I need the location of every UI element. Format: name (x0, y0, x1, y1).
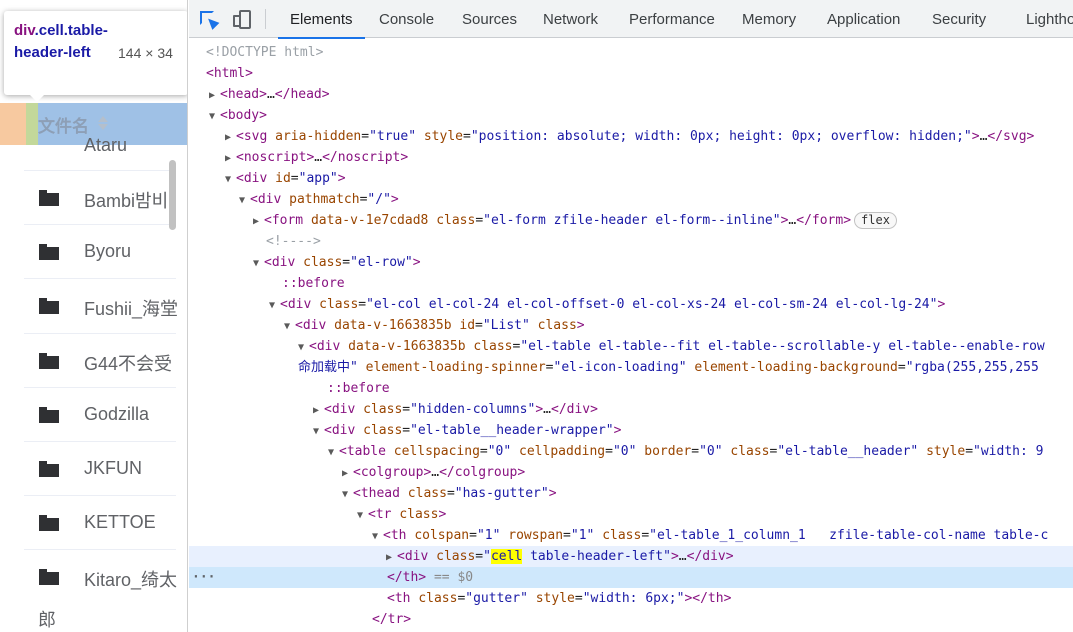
file-row[interactable]: Byoru (24, 225, 176, 280)
dom-node[interactable]: <!----> (189, 231, 1073, 252)
dom-node[interactable]: <!DOCTYPE html> (189, 42, 1073, 63)
file-name: Kitaro_绮太 (84, 570, 178, 591)
tooltip-arrow (30, 95, 44, 102)
dom-node[interactable]: ▼ <th colspan="1" rowspan="1" class="el-t… (189, 525, 1073, 546)
dom-node[interactable]: ▼ <div class="el-table__header-wrapper"> (189, 420, 1073, 441)
dom-node[interactable]: ▼ <body> (189, 105, 1073, 126)
inspect-overlay-margin (26, 103, 38, 145)
dom-node[interactable]: ▼ <thead class="has-gutter"> (189, 483, 1073, 504)
dom-node[interactable]: ▼ <div data-v-1663835b id="List" class> (189, 315, 1073, 336)
tab-performance[interactable]: Performance (629, 0, 715, 38)
file-row[interactable]: Godzilla (24, 388, 176, 442)
tab-sources[interactable]: Sources (462, 0, 517, 38)
file-row[interactable]: JKFUN (24, 442, 176, 497)
file-row[interactable]: Ataru (24, 135, 176, 171)
folder-icon (39, 298, 59, 315)
file-name: JKFUN (84, 457, 142, 478)
dom-node[interactable]: ▶ <form data-v-1e7cdad8 class="el-form zf… (189, 210, 1073, 231)
dom-node[interactable]: <th class="gutter" style="width: 6px;"><… (189, 588, 1073, 609)
elements-tree: <!DOCTYPE html> <html> ▶ <head>…</head> ▼… (189, 39, 1073, 632)
more-options-icon[interactable]: ··· (192, 567, 215, 588)
dom-node[interactable]: ▼ <div pathmatch="/"> (189, 189, 1073, 210)
dom-node[interactable]: ::before (189, 273, 1073, 294)
file-name: Bambi밤비 (84, 191, 169, 211)
tab-separator (265, 9, 266, 29)
file-name: G44不会受 (84, 353, 173, 374)
folder-icon (39, 190, 59, 206)
file-name-wrap: 郎 (38, 610, 56, 630)
folder-icon (39, 515, 59, 532)
dom-node[interactable]: ▶ <head>…</head> (189, 84, 1073, 105)
selected-node-marker: == $0 (433, 570, 474, 585)
dom-node[interactable]: <html> (189, 63, 1073, 84)
file-name: KETTOE (84, 512, 156, 533)
file-name: Ataru (84, 135, 128, 155)
dom-node[interactable]: ::before (189, 378, 1073, 399)
folder-icon (39, 460, 59, 477)
column-header-filename[interactable]: 文件名 (38, 112, 89, 137)
dom-node[interactable]: ▼ <div class="el-row"> (189, 252, 1073, 273)
dom-node[interactable]: ▼ <tr class> (189, 504, 1073, 525)
inspect-element-icon[interactable] (199, 9, 221, 31)
tab-network[interactable]: Network (543, 0, 598, 38)
dom-node[interactable]: ▼ <div id="app"> (189, 168, 1073, 189)
page-scrollbar[interactable] (169, 160, 176, 230)
tooltip-dimensions: 144 × 34 (118, 45, 173, 61)
file-row[interactable]: Kitaro_绮太 (24, 550, 178, 604)
tab-security[interactable]: Security (932, 0, 986, 38)
folder-icon (39, 244, 59, 261)
file-list: Ataru Bambi밤비 Byoru Fushii_海堂 G44不会受 God… (0, 135, 179, 605)
devtools-panel: Elements Console Sources Network Perform… (189, 0, 1073, 632)
tab-lighthouse[interactable]: Lighthouse (1026, 0, 1073, 38)
dom-node-selected[interactable]: ··· </th> == $0 (189, 567, 1073, 588)
dom-node[interactable]: ▼ <div data-v-1663835b class="el-table el… (189, 336, 1073, 357)
tab-elements[interactable]: Elements (278, 0, 364, 39)
file-row[interactable]: G44不会受 (24, 334, 176, 388)
dom-node[interactable]: ▶ <svg aria-hidden="true" style="position… (189, 126, 1073, 147)
file-name: Godzilla (84, 403, 150, 424)
tab-memory[interactable]: Memory (742, 0, 796, 38)
folder-icon (39, 406, 59, 423)
page-preview: 文件名 Ataru Bambi밤비 Byoru Fushii_海堂 G44不会受… (0, 0, 188, 632)
inspect-tooltip: div.cell.table-header-left 144 × 34 (4, 11, 187, 102)
dom-node-continuation[interactable]: 命加载中" element-loading-spinner="el-icon-l… (189, 357, 1073, 378)
dom-node[interactable]: ▶ <noscript>…</noscript> (189, 147, 1073, 168)
file-name: Fushii_海堂 (84, 299, 179, 320)
dom-node[interactable]: ▼ <div class="el-col el-col-24 el-col-off… (189, 294, 1073, 315)
folder-icon (39, 352, 59, 369)
tooltip-selector: div.cell.table-header-left (14, 22, 108, 61)
inspect-overlay-padding (0, 103, 26, 145)
file-row[interactable]: Bambi밤비 (24, 171, 176, 226)
dom-node[interactable]: ▼ <table cellspacing="0" cellpadding="0" … (189, 441, 1073, 462)
devtools-tabbar: Elements Console Sources Network Perform… (189, 0, 1073, 39)
dom-node[interactable]: ▶ <colgroup>…</colgroup> (189, 462, 1073, 483)
device-toolbar-icon[interactable] (233, 9, 255, 31)
tab-application[interactable]: Application (827, 0, 900, 38)
file-name: Byoru (84, 241, 132, 262)
folder-icon (39, 569, 59, 586)
dom-node[interactable]: </tr> (189, 609, 1073, 630)
file-row[interactable]: KETTOE (24, 496, 176, 551)
file-row[interactable]: Fushii_海堂 (24, 279, 179, 334)
dom-node[interactable]: ▶ <div class="hidden-columns">…</div> (189, 399, 1073, 420)
tab-console[interactable]: Console (379, 0, 434, 38)
dom-node-hovered[interactable]: ▶ <div class="cell table-header-left">…</… (189, 546, 1073, 567)
sort-caret-icon[interactable] (97, 114, 109, 132)
